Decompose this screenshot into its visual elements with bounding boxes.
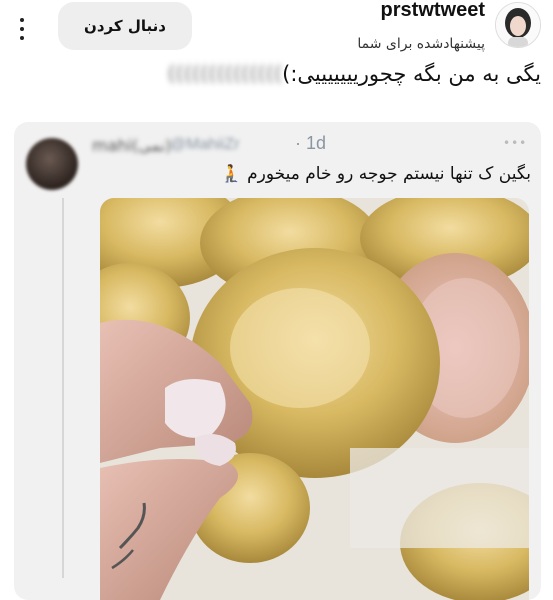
quoted-display-name[interactable]: mahi(نمی) [92, 136, 172, 155]
thread-line [62, 198, 64, 578]
caption-text: یگی به من بگه چجوریییییییی:) [282, 62, 541, 86]
more-options-icon[interactable] [10, 12, 34, 46]
quoted-timestamp: · 1d [295, 133, 327, 153]
follow-button[interactable]: دنبال کردن [58, 2, 192, 50]
caption-blurred-tail: )))))))))))))) [167, 62, 283, 86]
author-avatar[interactable] [495, 2, 541, 48]
quoted-media-image[interactable] [100, 198, 529, 600]
post-caption: یگی به من بگه چجوریییییییی:)))))))))))))… [167, 62, 541, 86]
suggested-label: پیشنهادشده برای شما [357, 36, 485, 52]
quoted-handle[interactable]: @MahiiZr [170, 136, 240, 154]
avatar-photo [496, 3, 540, 47]
raw-chicken-photo [100, 198, 529, 600]
quoted-more-icon[interactable]: ••• [503, 136, 527, 150]
quoted-author-avatar[interactable] [26, 138, 78, 190]
author-username[interactable]: prstwtweet [381, 0, 485, 22]
quoted-text: بگین ک تنها نیستم جوجه رو خام میخورم 🧎 [220, 164, 531, 184]
